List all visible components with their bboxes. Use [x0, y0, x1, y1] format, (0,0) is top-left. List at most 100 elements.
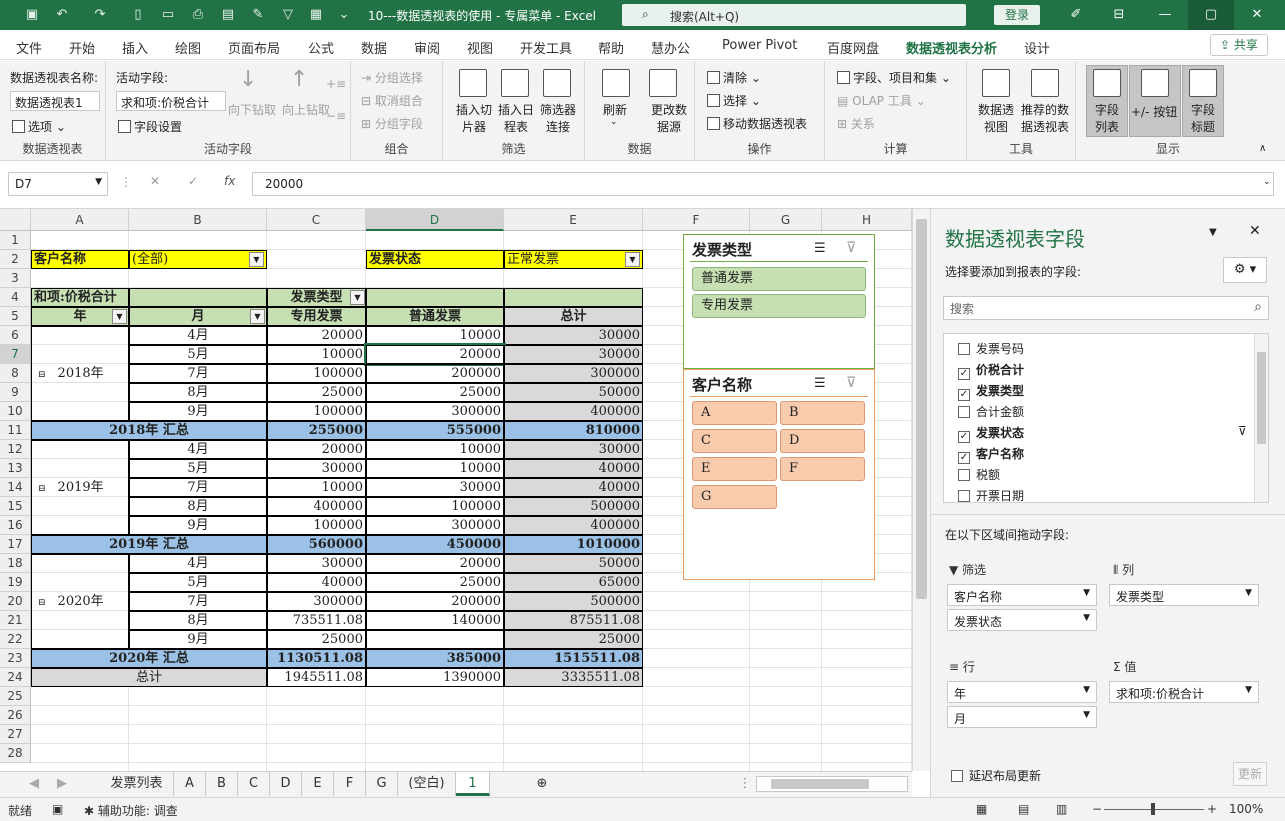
- page-layout-icon[interactable]: ▤: [1018, 802, 1029, 816]
- month-cell[interactable]: 9月: [129, 516, 267, 535]
- zoom-level[interactable]: 100%: [1229, 802, 1263, 816]
- value-cell[interactable]: 10000: [366, 440, 504, 459]
- vertical-scrollbar[interactable]: [912, 209, 930, 771]
- row-header[interactable]: 21: [0, 611, 31, 630]
- field-item[interactable]: 税额: [958, 466, 1000, 483]
- filter-connection-button[interactable]: 筛选器连接: [537, 101, 579, 135]
- month-cell[interactable]: 5月: [129, 459, 267, 478]
- undo-icon[interactable]: ↶: [52, 5, 72, 25]
- olap-tools-button[interactable]: ▤ OLAP 工具 ⌄: [837, 92, 926, 109]
- filter-field-customer[interactable]: 客户名称 ▼: [947, 584, 1097, 606]
- share-button[interactable]: ⇪ 共享: [1210, 34, 1268, 56]
- total-cell[interactable]: 300000: [504, 364, 643, 383]
- checkbox-icon[interactable]: ✓: [958, 389, 970, 401]
- tab-huibangong[interactable]: 慧办公: [651, 38, 690, 57]
- row-header[interactable]: 19: [0, 573, 31, 592]
- sheet-tab[interactable]: F: [334, 772, 366, 796]
- tab-developer[interactable]: 开发工具: [520, 38, 572, 57]
- month-cell[interactable]: 7月: [129, 364, 267, 383]
- value-cell[interactable]: 100000: [267, 516, 366, 535]
- value-cell[interactable]: 40000: [267, 573, 366, 592]
- filter-field-status[interactable]: 发票状态 ▼: [947, 609, 1097, 631]
- total-cell[interactable]: 500000: [504, 592, 643, 611]
- drill-up-button[interactable]: 向上钻取: [282, 101, 330, 118]
- save-icon[interactable]: ▣: [22, 5, 42, 25]
- row-header[interactable]: 4: [0, 288, 31, 307]
- value-cell[interactable]: 300000: [366, 402, 504, 421]
- sheet-grid[interactable]: A B C D E F G H 1 2 3 4 5 6 7 8 9 10 11 12 13 14 15 16 17 18 19 20 2…: [0, 209, 912, 771]
- field-list-scroll-thumb[interactable]: [1257, 352, 1266, 444]
- row-header[interactable]: 14: [0, 478, 31, 497]
- row-header[interactable]: 24: [0, 668, 31, 687]
- total-cell[interactable]: 30000: [504, 345, 643, 364]
- row-header[interactable]: 17: [0, 535, 31, 554]
- row-header[interactable]: 20: [0, 592, 31, 611]
- tab-insert[interactable]: 插入: [122, 38, 148, 57]
- slicer-item[interactable]: 普通发票: [692, 267, 866, 291]
- value-cell[interactable]: 20000: [267, 326, 366, 345]
- total-cell[interactable]: 30000: [504, 326, 643, 345]
- relationships-button[interactable]: ⊞ 关系: [837, 115, 875, 132]
- value-cell[interactable]: 20000: [267, 440, 366, 459]
- month-cell[interactable]: 5月: [129, 573, 267, 592]
- month-cell[interactable]: 4月: [129, 326, 267, 345]
- tab-file[interactable]: 文件: [16, 38, 42, 57]
- new-file-icon[interactable]: ▯: [128, 5, 148, 25]
- grand-total-label[interactable]: 总计: [31, 668, 267, 687]
- month-cell[interactable]: 4月: [129, 554, 267, 573]
- tab-view[interactable]: 视图: [467, 38, 493, 57]
- tab-formulas[interactable]: 公式: [308, 38, 334, 57]
- field-item[interactable]: 合计金额: [958, 403, 1024, 420]
- row-header[interactable]: 8: [0, 364, 31, 383]
- select-all-corner[interactable]: [0, 209, 31, 231]
- value-cell[interactable]: 25000: [366, 573, 504, 592]
- zoom-out-icon[interactable]: −: [1092, 802, 1102, 816]
- row-header[interactable]: 18: [0, 554, 31, 573]
- group-selection-button[interactable]: ⇥ 分组选择: [361, 69, 423, 86]
- value-cell[interactable]: 300000: [267, 592, 366, 611]
- sheet-tab[interactable]: 1: [456, 772, 490, 796]
- row-field-month[interactable]: 月 ▼: [947, 706, 1097, 728]
- pane-settings-gear-icon[interactable]: ⚙ ▾: [1223, 257, 1267, 283]
- name-box[interactable]: D7 ▼: [8, 172, 108, 196]
- month-cell[interactable]: 8月: [129, 383, 267, 402]
- month-cell[interactable]: 4月: [129, 440, 267, 459]
- pane-close-icon[interactable]: ✕: [1249, 223, 1261, 239]
- subtotal-label[interactable]: 2018年 汇总: [31, 421, 267, 440]
- search-box[interactable]: ⌕ 搜索(Alt+Q): [622, 4, 966, 26]
- checkbox-icon[interactable]: [958, 406, 970, 418]
- group-field-button[interactable]: ⊞ 分组字段: [361, 115, 423, 132]
- chevron-down-icon[interactable]: ▼: [1245, 685, 1252, 695]
- recommended-pivot-button[interactable]: 推荐的数据透视表: [1017, 101, 1073, 135]
- collapse-ribbon-icon[interactable]: ∧: [1259, 143, 1266, 154]
- month-dropdown-icon[interactable]: ▼: [250, 309, 265, 324]
- filter-value-status[interactable]: 正常发票: [504, 250, 643, 269]
- value-cell[interactable]: 10000: [366, 326, 504, 345]
- total-cell[interactable]: 400000: [504, 402, 643, 421]
- field-item[interactable]: ✓ 客户名称: [958, 445, 1024, 464]
- brush-icon[interactable]: ✎: [248, 5, 268, 25]
- column-header[interactable]: D: [366, 209, 504, 231]
- chevron-down-icon[interactable]: ▼: [1083, 685, 1090, 695]
- tab-home[interactable]: 开始: [69, 38, 95, 57]
- checkbox-icon[interactable]: [958, 469, 970, 481]
- value-cell[interactable]: 400000: [267, 497, 366, 516]
- total-cell[interactable]: 400000: [504, 516, 643, 535]
- zoom-in-icon[interactable]: +: [1207, 802, 1217, 816]
- filter-dropdown-icon[interactable]: ▼: [249, 252, 264, 267]
- sheet-tab[interactable]: D: [270, 772, 302, 796]
- month-cell[interactable]: 9月: [129, 630, 267, 649]
- value-cell[interactable]: 10000: [267, 478, 366, 497]
- year-dropdown-icon[interactable]: ▼: [112, 309, 127, 324]
- move-pivot-button[interactable]: 移动数据透视表: [707, 115, 807, 132]
- refresh-dropdown-icon[interactable]: ⌄: [610, 117, 618, 127]
- value-cell[interactable]: 735511.08: [267, 611, 366, 630]
- clear-filter-icon[interactable]: ⊽: [846, 375, 856, 391]
- column-header[interactable]: C: [267, 209, 366, 231]
- insert-slicer-button[interactable]: 插入切片器: [453, 101, 495, 135]
- sheet-tab[interactable]: B: [206, 772, 238, 796]
- row-header[interactable]: 25: [0, 687, 31, 706]
- column-header[interactable]: F: [643, 209, 750, 231]
- close-icon[interactable]: ✕: [1234, 0, 1280, 30]
- row-field-year[interactable]: 年 ▼: [947, 681, 1097, 703]
